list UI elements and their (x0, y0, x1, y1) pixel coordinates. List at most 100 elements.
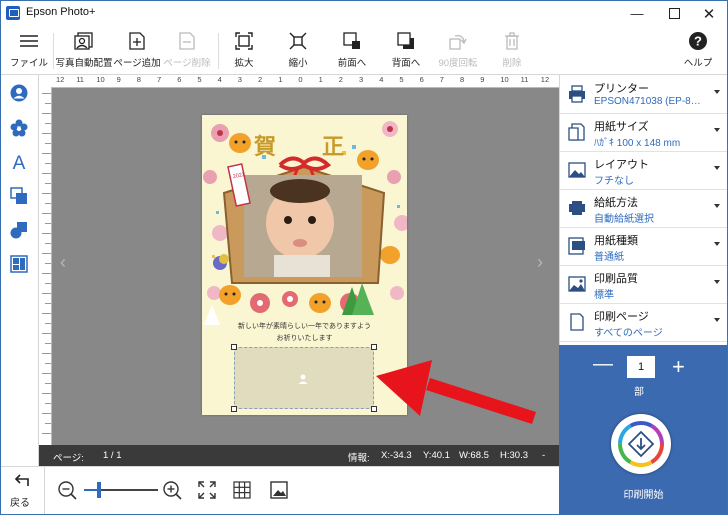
copies-minus-button[interactable]: — (593, 353, 613, 376)
ruler-tick (42, 353, 51, 354)
card-message-line2: お祈りいたします (276, 335, 333, 342)
resize-handle-tl[interactable] (231, 344, 237, 350)
rotate-button[interactable]: 90度回転 (438, 27, 478, 74)
ruler-number: 3 (237, 75, 242, 84)
back-label: 戻る (10, 498, 30, 509)
zoom-out-button[interactable]: 縮小 (280, 27, 316, 74)
setting-print-pages[interactable]: 印刷ページ すべてのページ (560, 303, 728, 342)
bring-front-button[interactable]: 前面へ (332, 27, 372, 74)
maximize-button[interactable] (657, 0, 691, 27)
zoom-slider-thumb[interactable] (97, 482, 101, 498)
setting-layout[interactable]: レイアウト フチなし (560, 151, 728, 190)
add-page-button[interactable]: ページ追加 (113, 27, 161, 74)
delete-button[interactable]: 削除 (494, 27, 530, 74)
ruler-number: 11 (76, 75, 84, 84)
card-title-left: 賀 (254, 134, 277, 160)
paper-source-icon (569, 201, 585, 215)
ruler-tick (45, 363, 51, 364)
ruler-number: 1 (278, 75, 283, 84)
ruler-tick (42, 193, 51, 194)
ruler-tick (42, 373, 51, 374)
copies-unit: 部 (634, 387, 644, 398)
copies-input[interactable]: 1 (627, 356, 655, 378)
ruler-tick (45, 383, 51, 384)
ruler-tick (42, 313, 51, 314)
ruler-tick (45, 243, 51, 244)
setting-paper-source[interactable]: 給紙方法 自動給紙選択 (560, 189, 728, 228)
close-button[interactable]: ✕ (692, 0, 726, 27)
paper-type-icon (568, 237, 585, 255)
zoom-plus-icon[interactable] (163, 481, 183, 506)
auto-layout-button[interactable]: 写真自動配置 (56, 27, 113, 74)
delete-page-button[interactable]: ページ削除 (163, 27, 211, 74)
print-diamond-icon (618, 421, 664, 467)
setting-printer[interactable]: プリンター EPSON471038 (EP-8… (560, 75, 728, 114)
ruler-tick (42, 293, 51, 294)
file-menu-button[interactable]: ファイル (8, 27, 50, 74)
ruler-tick (42, 253, 51, 254)
setting-print-quality[interactable]: 印刷品質 標準 (560, 265, 728, 304)
ruler-tick (45, 203, 51, 204)
ruler-number: 3 (359, 75, 364, 84)
chevron-down-icon (714, 318, 720, 322)
resize-handle-tr[interactable] (371, 344, 377, 350)
ruler-tick (45, 103, 51, 104)
prev-page-arrow[interactable]: ‹ (60, 252, 66, 273)
frame-icon[interactable] (9, 186, 29, 206)
ruler-number: 6 (177, 75, 182, 84)
zoom-minus-icon[interactable] (58, 481, 78, 506)
ruler-number: 12 (56, 75, 65, 84)
back-button[interactable]: 戻る (0, 466, 45, 515)
rotate-icon (449, 31, 467, 51)
text-icon[interactable]: A (9, 152, 29, 172)
ruler-tick (45, 183, 51, 184)
ruler-number: 5 (197, 75, 202, 84)
info-y: Y:40.1 (423, 450, 450, 461)
zoom-in-button[interactable]: 拡大 (226, 27, 262, 74)
ruler-number: 4 (217, 75, 222, 84)
ruler-number: 5 (399, 75, 404, 84)
layout-icon[interactable] (9, 254, 29, 274)
copies-plus-button[interactable]: + (672, 354, 685, 380)
ruler-tick (42, 93, 51, 94)
page-label: ページ: (53, 453, 84, 464)
flower-icon[interactable] (9, 118, 29, 138)
ruler-number: 6 (419, 75, 424, 84)
ruler-tick (45, 123, 51, 124)
print-start-button[interactable] (611, 414, 671, 474)
setting-paper-size[interactable]: 用紙サイズ ﾊｶﾞｷ 100 x 148 mm (560, 113, 728, 152)
next-page-arrow[interactable]: › (537, 252, 543, 273)
resize-handle-bl[interactable] (231, 406, 237, 412)
auto-layout-icon (74, 31, 94, 51)
info-label: 情報: (348, 453, 370, 464)
ruler-horizontal: 12 11 10 9 8 7 6 5 4 3 2 1 0 1 2 3 4 5 6 7 8 9 10 11 12 (52, 75, 559, 88)
image-view-icon[interactable] (270, 481, 288, 504)
minimize-button[interactable]: — (620, 0, 654, 27)
selected-image-placeholder[interactable] (234, 347, 374, 409)
ruler-tick (42, 113, 51, 114)
print-quality-icon (568, 276, 586, 292)
ruler-number: 8 (136, 75, 141, 84)
info-h: H:30.3 (500, 450, 528, 461)
send-back-button[interactable]: 背面へ (386, 27, 426, 74)
chevron-down-icon (714, 204, 720, 208)
send-back-icon (397, 31, 415, 51)
ruler-tick (42, 433, 51, 434)
ruler-number: 2 (258, 75, 263, 84)
ruler-number: 11 (520, 75, 529, 84)
shapes-icon[interactable] (9, 220, 29, 240)
delete-page-icon (179, 31, 195, 51)
ruler-number: 4 (379, 75, 384, 84)
fit-screen-icon[interactable] (198, 481, 216, 504)
status-bar: ページ: 1 / 1 情報: X:-34.3 Y:40.1 W:68.5 H:3… (39, 445, 559, 466)
ruler-tick (42, 333, 51, 334)
person-icon[interactable] (9, 83, 29, 103)
app-icon (6, 6, 20, 20)
toolbar: ファイル 写真自動配置 ページ追加 ページ削除 拡大 縮小 前面へ 背面へ 90… (0, 27, 728, 75)
title-bar: Epson Photo+ — ✕ (0, 0, 728, 28)
ruler-number: 12 (540, 75, 550, 84)
help-button[interactable]: ? ヘルプ (678, 27, 718, 74)
grid-icon[interactable] (233, 481, 251, 504)
ruler-number: 2 (338, 75, 343, 84)
setting-paper-type[interactable]: 用紙種類 普通紙 (560, 227, 728, 266)
